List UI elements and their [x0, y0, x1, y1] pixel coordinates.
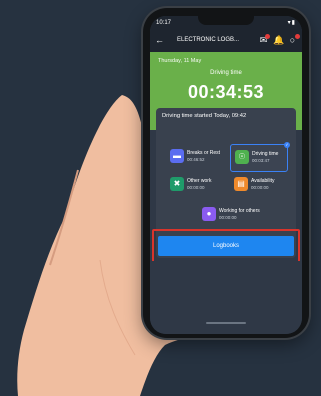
- summary-label: Driving time: [210, 70, 242, 76]
- tile-value: 00:03:47: [252, 158, 270, 163]
- tile-working-for-others[interactable]: ● Working for others 00:00:00: [198, 202, 266, 228]
- driving-timer: 00:34:53: [187, 82, 265, 102]
- app-title: ELECTRONIC LOGB...: [177, 37, 240, 43]
- availability-icon: ▤: [234, 177, 248, 191]
- tile-title: Driving time: [252, 151, 279, 157]
- phone-screen: 10:17 ▾▮ ← ELECTRONIC LOGB... ✉ 🔔 ○ Thur…: [150, 16, 302, 334]
- tile-other-work[interactable]: ✖ Other work 00:00:00: [166, 172, 222, 198]
- home-indicator: [206, 322, 246, 324]
- tile-value: 00:00:00: [251, 185, 269, 190]
- signal-icon: ▾▮: [287, 20, 296, 26]
- tile-title: Other work: [187, 178, 212, 184]
- card-header: Driving time started Today, 09:42: [162, 113, 247, 119]
- back-arrow-icon[interactable]: ←: [155, 35, 164, 45]
- tile-driving-time[interactable]: ☉ Driving time 00:03:47 ✓: [230, 142, 290, 172]
- phone-notch: [198, 14, 254, 25]
- tile-value: 00:00:00: [219, 215, 237, 220]
- tile-title: Breaks or Rest: [187, 150, 221, 156]
- status-time: 10:17: [156, 20, 172, 26]
- summary-date: Thursday, 11 May: [158, 58, 202, 64]
- user-icon: ●: [202, 207, 216, 221]
- bed-icon: ▬: [170, 149, 184, 163]
- tile-value: 00:00:00: [187, 185, 205, 190]
- tile-value: 00:46:52: [187, 157, 205, 162]
- notification-dot: [295, 34, 300, 39]
- app-bar: ← ELECTRONIC LOGB... ✉ 🔔 ○: [150, 30, 302, 52]
- logbooks-button[interactable]: Logbooks: [158, 236, 294, 256]
- tile-breaks-or-rest[interactable]: ▬ Breaks or Rest 00:46:52: [166, 144, 222, 170]
- tile-availability[interactable]: ▤ Availability 00:00:00: [230, 172, 286, 198]
- check-icon: ✓: [284, 142, 290, 148]
- notification-dot: [265, 34, 270, 39]
- steering-wheel-icon: ☉: [235, 150, 249, 164]
- tile-title: Availability: [251, 178, 275, 184]
- logbooks-highlight: Logbooks: [152, 229, 300, 263]
- tile-title: Working for others: [219, 208, 260, 214]
- bell-icon[interactable]: 🔔: [273, 35, 284, 46]
- tools-icon: ✖: [170, 177, 184, 191]
